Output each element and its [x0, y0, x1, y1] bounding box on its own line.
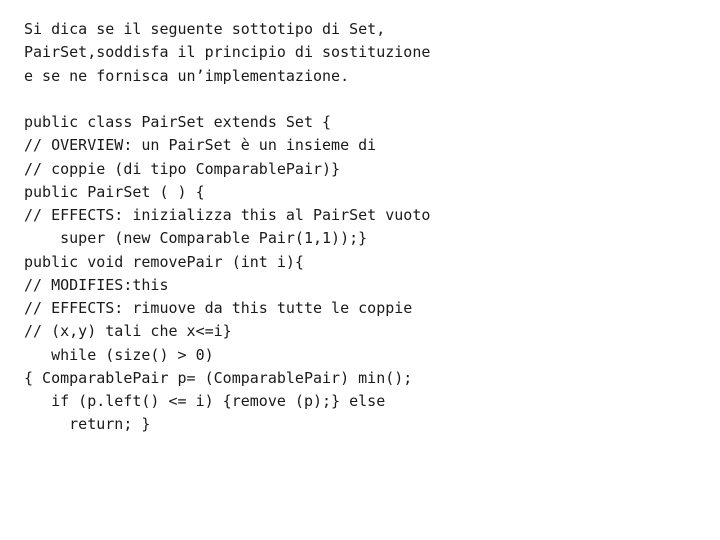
code-text: Si dica se il seguente sottotipo di Set,… [24, 18, 696, 437]
main-content: Si dica se il seguente sottotipo di Set,… [0, 0, 720, 455]
